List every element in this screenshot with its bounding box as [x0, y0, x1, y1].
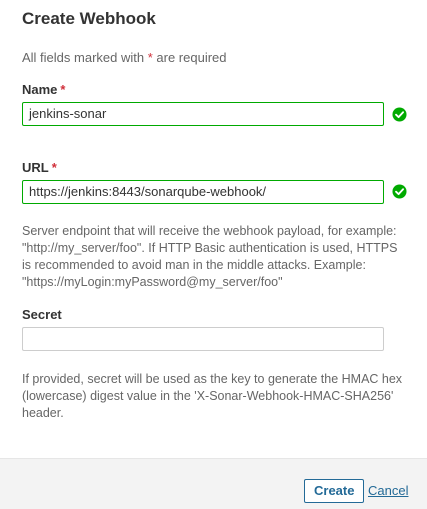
required-fields-note: All fields marked with * are required [22, 50, 227, 65]
dialog-footer: Create Cancel [0, 458, 427, 509]
cancel-link[interactable]: Cancel [368, 483, 408, 498]
required-note-suffix: are required [152, 50, 227, 65]
name-required-star: * [60, 82, 66, 97]
name-label-text: Name [22, 82, 58, 97]
secret-input[interactable] [22, 327, 384, 351]
check-circle-icon [392, 107, 407, 122]
secret-help-text: If provided, secret will be used as the … [22, 372, 403, 420]
name-label: Name * [22, 82, 65, 97]
url-input[interactable]: https://jenkins:8443/sonarqube-webhook/ [22, 180, 384, 204]
secret-label-text: Secret [22, 307, 62, 322]
url-label-text: URL [22, 160, 49, 175]
dialog-title: Create Webhook [22, 9, 156, 28]
create-webhook-dialog: Create Webhook All fields marked with * … [0, 0, 427, 509]
url-label: URL * [22, 160, 57, 175]
name-input[interactable]: jenkins-sonar [22, 102, 384, 126]
create-button[interactable]: Create [304, 479, 365, 503]
secret-label: Secret [22, 307, 62, 322]
check-circle-icon [392, 184, 407, 199]
url-required-star: * [51, 160, 57, 175]
url-help-text: Server endpoint that will receive the we… [22, 224, 398, 289]
required-note-prefix: All fields marked with [22, 50, 148, 65]
